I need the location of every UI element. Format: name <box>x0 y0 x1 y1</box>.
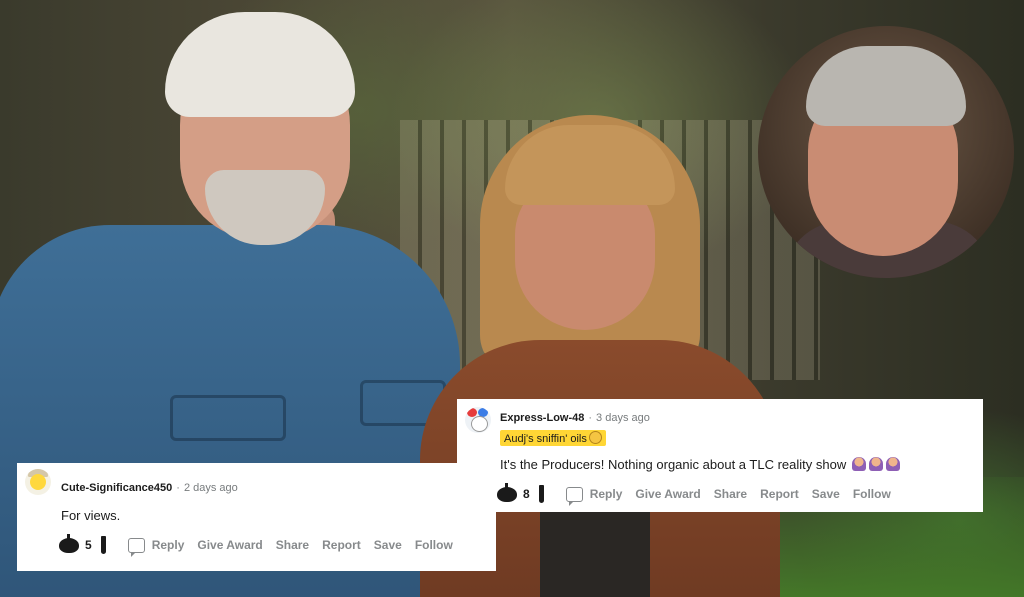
downvote-icon[interactable] <box>100 536 106 554</box>
give-award-button[interactable]: Give Award <box>635 487 700 501</box>
person-gesturing-emoji-icon <box>886 457 901 471</box>
follow-button[interactable]: Follow <box>853 487 891 501</box>
follow-button[interactable]: Follow <box>415 538 453 552</box>
inset-grey-hair <box>806 46 966 126</box>
emoji-group <box>852 457 903 472</box>
reply-button[interactable]: Reply <box>152 538 185 552</box>
comment-meta: Express-Low-48 · 3 days ago <box>500 412 650 424</box>
flair-text: Audj's sniffin' oils <box>504 433 587 445</box>
avatar-face <box>471 416 488 432</box>
pumpkin-upvote-icon[interactable] <box>497 482 517 502</box>
save-button[interactable]: Save <box>812 487 840 501</box>
report-button[interactable]: Report <box>760 487 799 501</box>
comment-text: It's the Producers! Nothing organic abou… <box>500 457 847 472</box>
shirt-pocket <box>170 395 286 441</box>
report-button[interactable]: Report <box>322 538 361 552</box>
meta-separator: · <box>176 482 180 494</box>
vote-count: 8 <box>523 487 530 501</box>
person-gesturing-emoji-icon <box>852 457 867 471</box>
comment-bubble-icon[interactable] <box>565 486 583 506</box>
give-award-button[interactable]: Give Award <box>197 538 262 552</box>
save-button[interactable]: Save <box>374 538 402 552</box>
user-avatar[interactable] <box>465 407 491 433</box>
man-white-hair <box>165 12 355 117</box>
comment-body: For views. <box>61 508 121 523</box>
person-gesturing-emoji-icon <box>869 457 884 471</box>
comment-bubble-icon[interactable] <box>127 537 145 557</box>
comment-username[interactable]: Express-Low-48 <box>500 412 584 424</box>
comment-card: Express-Low-48 · 3 days ago Audj's sniffin… <box>457 399 983 512</box>
comment-time[interactable]: 3 days ago <box>596 412 650 424</box>
comment-meta: Cute-Significance450 · 2 days ago <box>61 482 238 494</box>
comment-username[interactable]: Cute-Significance450 <box>61 482 172 494</box>
avatar-face <box>30 474 46 490</box>
smiley-emoji-icon <box>588 431 602 444</box>
share-button[interactable]: Share <box>714 487 747 501</box>
vote-count: 5 <box>85 538 92 552</box>
share-button[interactable]: Share <box>276 538 309 552</box>
meta-separator: · <box>588 412 593 424</box>
comment-actions: 8 Reply Give Award Share Report Save Fol… <box>497 482 904 506</box>
user-flair: Audj's sniffin' oils <box>500 430 606 446</box>
user-avatar[interactable] <box>25 469 51 495</box>
comment-card: Cute-Significance450 · 2 days ago For view… <box>17 463 496 571</box>
inset-portrait <box>758 26 1014 278</box>
reply-button[interactable]: Reply <box>590 487 623 501</box>
comment-actions: 5 Reply Give Award Share Report Save Fol… <box>59 533 466 557</box>
downvote-icon[interactable] <box>538 485 544 503</box>
woman-bangs <box>505 125 675 205</box>
comment-time[interactable]: 2 days ago <box>184 482 238 494</box>
comment-body: It's the Producers! Nothing organic abou… <box>500 457 903 472</box>
pumpkin-upvote-icon[interactable] <box>59 533 79 553</box>
